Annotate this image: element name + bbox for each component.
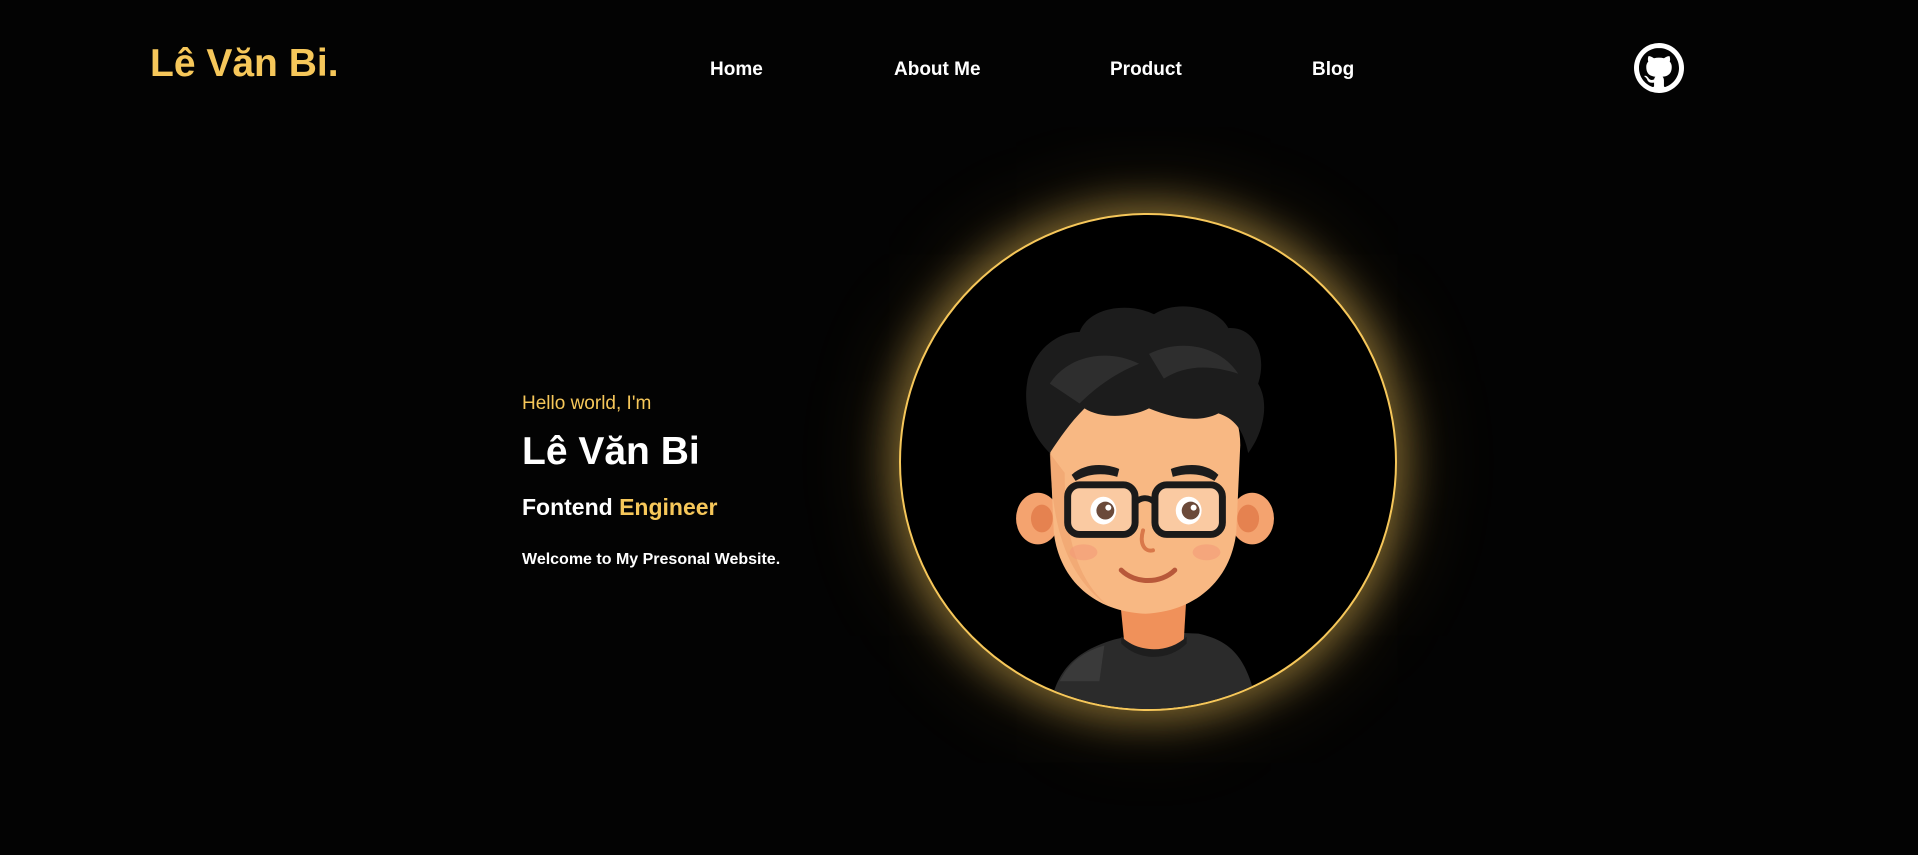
- hero-role: Fontend Engineer: [522, 496, 718, 519]
- nav-item-blog[interactable]: Blog: [1312, 58, 1354, 82]
- cartoon-avatar-icon: [1016, 306, 1274, 709]
- nav-item-about-me[interactable]: About Me: [894, 58, 981, 82]
- hero-name: Lê Văn Bi: [522, 430, 700, 473]
- role-prefix: Fontend: [522, 494, 613, 520]
- page: Lê Văn Bi. Home About Me Product Blog He…: [0, 0, 1918, 855]
- avatar: [899, 213, 1397, 711]
- github-link[interactable]: [1634, 43, 1684, 93]
- role-accent: Engineer: [619, 494, 718, 520]
- main-nav: Home About Me Product Blog: [0, 58, 1918, 82]
- hero-welcome: Welcome to My Presonal Website.: [522, 551, 781, 568]
- hero-text: Hello world, I'm Lê Văn Bi Fontend Engin…: [522, 392, 862, 568]
- nav-item-home[interactable]: Home: [710, 58, 763, 82]
- github-icon: [1634, 43, 1684, 93]
- hero-greeting: Hello world, I'm: [522, 393, 652, 414]
- nav-item-product[interactable]: Product: [1110, 58, 1182, 82]
